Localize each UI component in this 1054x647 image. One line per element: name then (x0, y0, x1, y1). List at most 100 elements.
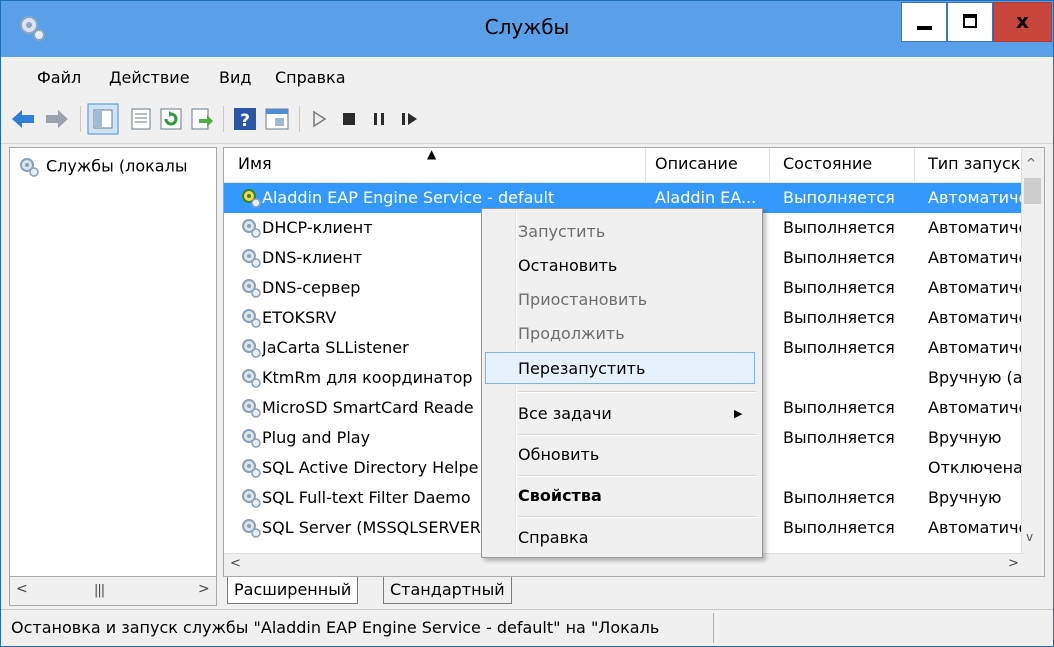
cell-startup: Автоматиче (928, 308, 1024, 327)
show-hide-tree-icon[interactable] (87, 103, 119, 135)
menu-item-resume[interactable]: Продолжить (518, 324, 625, 343)
maximize-button[interactable] (947, 2, 993, 42)
scroll-down-icon[interactable]: v (1026, 530, 1033, 544)
list-header: ▲ Имя Описание Состояние Тип запуска (224, 148, 1024, 183)
refresh-icon[interactable] (157, 105, 185, 133)
properties-icon[interactable] (127, 105, 155, 133)
cell-state: Выполняется (783, 518, 895, 537)
scroll-right-icon[interactable]: > (1008, 556, 1019, 571)
window-title: Службы (484, 15, 570, 39)
service-gear-icon (240, 367, 262, 393)
cell-startup: Автоматиче (928, 248, 1024, 267)
start-service-icon[interactable] (305, 105, 333, 133)
cell-state: Выполняется (783, 488, 895, 507)
cell-state: Выполняется (783, 248, 895, 267)
title-bar[interactable]: Службы x (1, 1, 1053, 57)
menu-view[interactable]: Вид (219, 68, 251, 87)
tree-horizontal-scrollbar[interactable]: < ||| > (9, 576, 217, 606)
tree-panel: Службы (локалы (9, 147, 217, 605)
menu-action[interactable]: Действие (109, 68, 190, 87)
list-vertical-scrollbar[interactable]: ^ v (1021, 148, 1044, 576)
menu-bar: Файл Действие Вид Справка (1, 57, 1053, 97)
menu-item-properties[interactable]: Свойства (518, 486, 602, 505)
column-header-state[interactable]: Состояние (783, 154, 872, 180)
cell-state: Выполняется (783, 218, 895, 237)
toolbar-separator (223, 106, 224, 132)
cell-startup: Вручную (а (928, 368, 1023, 387)
scroll-right-icon[interactable]: > (198, 581, 210, 597)
service-gear-icon (240, 247, 262, 273)
column-header-description[interactable]: Описание (655, 154, 738, 180)
menu-separator (518, 391, 756, 393)
menu-item-stop[interactable]: Остановить (518, 256, 617, 275)
scroll-left-icon[interactable]: < (230, 556, 241, 571)
menu-separator (518, 475, 756, 477)
menu-separator (518, 434, 756, 436)
menu-item-refresh[interactable]: Обновить (518, 445, 599, 464)
cell-state: Выполняется (783, 308, 895, 327)
cell-description: Aladdin EA... (655, 188, 757, 207)
tree-item-label: Службы (локалы (46, 156, 188, 176)
cell-startup: Автоматиче (928, 518, 1024, 537)
menu-separator (518, 516, 756, 518)
forward-arrow-icon[interactable] (43, 105, 71, 133)
sort-ascending-icon: ▲ (427, 147, 437, 161)
cell-state: Выполняется (783, 428, 895, 447)
cell-startup: Автоматиче (928, 338, 1024, 357)
close-icon: x (1016, 9, 1029, 33)
menu-item-help[interactable]: Справка (518, 528, 589, 547)
status-bar: Остановка и запуск службы "Aladdin EAP E… (1, 609, 1053, 646)
console-view-icon[interactable] (263, 105, 291, 133)
cell-state: Выполняется (783, 188, 895, 207)
column-divider (769, 148, 770, 182)
tab-extended[interactable]: Расширенный (227, 577, 359, 604)
menu-item-pause[interactable]: Приостановить (518, 290, 647, 309)
services-window: Службы x Файл Действие Вид Справка ? Слу… (0, 0, 1054, 647)
cell-state: Выполняется (783, 278, 895, 297)
menu-item-start[interactable]: Запустить (518, 222, 605, 241)
maximize-icon (963, 14, 977, 28)
cell-startup: Автоматиче (928, 218, 1024, 237)
tab-standard[interactable]: Стандартный (383, 577, 512, 604)
scroll-up-icon[interactable]: ^ (1026, 156, 1036, 170)
cell-state: Выполняется (783, 398, 895, 417)
cell-startup: Автоматиче (928, 188, 1024, 207)
service-gear-icon (240, 337, 262, 363)
column-header-name[interactable]: Имя (238, 154, 272, 180)
context-menu: Запустить Остановить Приостановить Продо… (481, 208, 763, 558)
scroll-thumb[interactable] (1024, 178, 1041, 204)
service-gear-icon (240, 457, 262, 483)
stop-service-icon[interactable] (335, 105, 363, 133)
back-arrow-icon[interactable] (9, 105, 37, 133)
cell-startup: Автоматиче (928, 278, 1024, 297)
restart-service-icon[interactable] (395, 105, 423, 133)
column-header-startup-type[interactable]: Тип запуска (928, 154, 1024, 180)
menu-file[interactable]: Файл (37, 68, 81, 87)
minimize-icon (917, 26, 932, 30)
service-gear-icon (240, 517, 262, 543)
service-gear-icon (240, 427, 262, 453)
menu-help[interactable]: Справка (275, 68, 346, 87)
export-list-icon[interactable] (187, 105, 215, 133)
cell-startup: Отключена (928, 458, 1023, 477)
tree-item-services-local[interactable]: Службы (локалы (18, 156, 187, 178)
help-icon[interactable]: ? (231, 105, 259, 133)
toolbar-separator (299, 106, 300, 132)
service-gear-icon (240, 487, 262, 513)
cell-name: Aladdin EAP Engine Service - default (262, 188, 555, 207)
cell-state: Выполняется (783, 338, 895, 357)
pause-service-icon[interactable] (365, 105, 393, 133)
toolbar: ? (1, 97, 1053, 144)
menu-item-restart[interactable]: Перезапустить (518, 359, 645, 378)
submenu-arrow-icon: ▶ (734, 407, 743, 420)
service-gear-icon (240, 277, 262, 303)
close-button[interactable]: x (993, 2, 1052, 42)
minimize-button[interactable] (901, 2, 947, 42)
service-gear-icon (20, 158, 39, 177)
view-tabs: Расширенный Стандартный (223, 577, 1045, 607)
column-divider (914, 148, 915, 182)
scroll-left-icon[interactable]: < (16, 581, 28, 597)
status-separator (713, 613, 714, 643)
status-text: Остановка и запуск службы "Aladdin EAP E… (11, 618, 660, 637)
menu-item-all-tasks[interactable]: Все задачи (518, 404, 612, 423)
